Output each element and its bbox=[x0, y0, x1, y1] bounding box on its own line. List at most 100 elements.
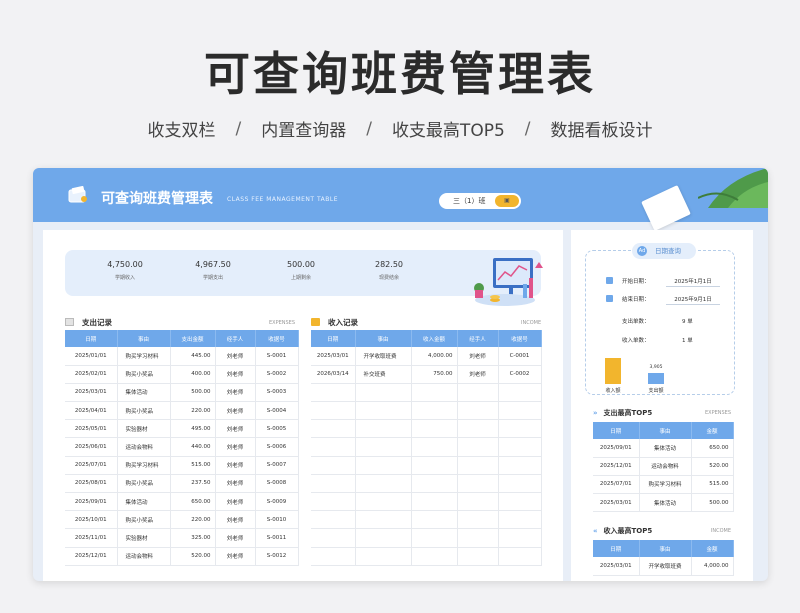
table-cell[interactable]: 2025/11/01 bbox=[65, 528, 118, 548]
table-cell[interactable]: 2025/02/01 bbox=[65, 365, 118, 384]
table-row[interactable]: 2025/03/01 集体活动 500.00 刘老师 S-0003 bbox=[65, 383, 299, 403]
table-cell[interactable] bbox=[411, 474, 458, 494]
table-cell[interactable] bbox=[457, 492, 499, 512]
table-cell[interactable] bbox=[311, 492, 356, 512]
table-cell[interactable] bbox=[311, 456, 356, 475]
table-cell[interactable]: 刘老师 bbox=[215, 510, 256, 530]
table-cell[interactable] bbox=[355, 510, 412, 530]
column-header[interactable]: 金额 bbox=[691, 422, 734, 439]
column-header[interactable]: 收入金额 bbox=[411, 330, 458, 347]
table-row[interactable]: 2025/06/01 运动会物料 440.00 刘老师 S-0006 bbox=[65, 437, 299, 457]
table-cell[interactable] bbox=[311, 437, 356, 457]
table-cell[interactable]: 实验器材 bbox=[117, 528, 171, 548]
class-selector[interactable]: 三（1）班 ▣ bbox=[439, 193, 521, 209]
table-cell[interactable] bbox=[355, 419, 412, 439]
table-cell[interactable]: 2025/07/01 bbox=[593, 475, 640, 495]
table-row[interactable]: 2025/11/01 实验器材 325.00 刘老师 S-0011 bbox=[65, 528, 299, 548]
table-cell[interactable]: 购买小奖品 bbox=[117, 510, 171, 530]
table-cell[interactable] bbox=[355, 383, 412, 403]
table-cell[interactable]: S-0009 bbox=[255, 492, 299, 512]
table-cell[interactable]: S-0001 bbox=[255, 347, 299, 366]
table-cell[interactable]: 220.00 bbox=[170, 401, 216, 421]
table-cell[interactable]: 集体活动 bbox=[117, 492, 171, 512]
table-cell[interactable] bbox=[457, 510, 499, 530]
table-cell[interactable]: C-0002 bbox=[498, 365, 542, 384]
table-cell[interactable] bbox=[411, 419, 458, 439]
table-cell[interactable]: 购买小奖品 bbox=[117, 365, 171, 384]
table-row[interactable]: 2025/05/01 实验器材 495.00 刘老师 S-0005 bbox=[65, 419, 299, 439]
table-cell[interactable]: 购买学习材料 bbox=[117, 456, 171, 475]
column-header[interactable]: 经手人 bbox=[215, 330, 256, 347]
table-cell[interactable]: 购买学习材料 bbox=[639, 475, 692, 495]
table-cell[interactable]: S-0003 bbox=[255, 383, 299, 403]
table-cell[interactable]: 开学收取班费 bbox=[355, 347, 412, 366]
table-cell[interactable]: 2025/01/01 bbox=[65, 347, 118, 366]
table-cell[interactable]: 购买小奖品 bbox=[117, 474, 171, 494]
column-header[interactable]: 收据号 bbox=[255, 330, 299, 347]
table-row[interactable]: 2025/09/01 集体活动 650.00 bbox=[593, 439, 734, 458]
table-cell[interactable]: 2025/12/01 bbox=[65, 547, 118, 566]
table-cell[interactable]: 2025/12/01 bbox=[593, 457, 640, 476]
table-cell[interactable] bbox=[411, 547, 458, 566]
table-cell[interactable] bbox=[457, 474, 499, 494]
table-cell[interactable]: 2025/09/01 bbox=[593, 439, 640, 458]
table-cell[interactable] bbox=[355, 456, 412, 475]
column-header[interactable]: 事由 bbox=[639, 540, 692, 557]
table-row[interactable] bbox=[311, 401, 542, 421]
column-header[interactable]: 事由 bbox=[355, 330, 412, 347]
table-cell[interactable] bbox=[355, 528, 412, 548]
table-cell[interactable]: 刘老师 bbox=[457, 347, 499, 366]
table-cell[interactable]: 刘老师 bbox=[215, 383, 256, 403]
table-cell[interactable]: 购买学习材料 bbox=[117, 347, 171, 366]
table-cell[interactable]: 400.00 bbox=[170, 365, 216, 384]
table-row[interactable] bbox=[311, 492, 542, 512]
table-row[interactable]: 2026/03/14 补交班费 750.00 刘老师 C-0002 bbox=[311, 365, 542, 384]
table-cell[interactable]: 520.00 bbox=[691, 457, 734, 476]
table-cell[interactable] bbox=[457, 528, 499, 548]
table-cell[interactable] bbox=[498, 456, 542, 475]
table-cell[interactable]: 2025/05/01 bbox=[65, 419, 118, 439]
table-cell[interactable]: 刘老师 bbox=[215, 347, 256, 366]
table-row[interactable]: 2025/03/01 开学收取班费 4,000.00 bbox=[593, 557, 734, 576]
table-cell[interactable]: 2025/03/01 bbox=[593, 557, 640, 576]
table-cell[interactable]: 2025/08/01 bbox=[65, 474, 118, 494]
table-cell[interactable]: 4,000.00 bbox=[411, 347, 458, 366]
table-cell[interactable] bbox=[457, 547, 499, 566]
table-cell[interactable] bbox=[498, 528, 542, 548]
toggle-knob[interactable]: ▣ bbox=[495, 195, 519, 207]
column-header[interactable]: 事由 bbox=[639, 422, 692, 439]
table-cell[interactable] bbox=[457, 437, 499, 457]
table-cell[interactable]: 500.00 bbox=[691, 493, 734, 513]
table-cell[interactable]: 2025/10/01 bbox=[65, 510, 118, 530]
table-cell[interactable]: 购买小奖品 bbox=[117, 401, 171, 421]
table-cell[interactable]: 开学收取班费 bbox=[639, 557, 692, 576]
table-cell[interactable]: 515.00 bbox=[170, 456, 216, 475]
table-cell[interactable]: 刘老师 bbox=[215, 528, 256, 548]
table-cell[interactable] bbox=[457, 456, 499, 475]
table-cell[interactable]: 650.00 bbox=[691, 439, 734, 458]
table-cell[interactable]: 2025/03/01 bbox=[65, 383, 118, 403]
table-row[interactable] bbox=[311, 528, 542, 548]
table-cell[interactable]: 2025/03/01 bbox=[593, 493, 640, 513]
table-row[interactable]: 2025/12/01 运动会物料 520.00 刘老师 S-0012 bbox=[65, 547, 299, 566]
table-cell[interactable]: 2025/06/01 bbox=[65, 437, 118, 457]
table-row[interactable] bbox=[311, 474, 542, 494]
table-cell[interactable]: 刘老师 bbox=[215, 456, 256, 475]
table-cell[interactable] bbox=[355, 401, 412, 421]
table-row[interactable]: 2025/12/01 运动会物料 520.00 bbox=[593, 457, 734, 476]
table-cell[interactable]: 750.00 bbox=[411, 365, 458, 384]
table-cell[interactable] bbox=[411, 401, 458, 421]
table-cell[interactable]: 515.00 bbox=[691, 475, 734, 495]
table-cell[interactable]: 440.00 bbox=[170, 437, 216, 457]
table-cell[interactable]: 刘老师 bbox=[215, 547, 256, 566]
table-cell[interactable] bbox=[311, 510, 356, 530]
column-header[interactable]: 支出金额 bbox=[170, 330, 216, 347]
table-cell[interactable]: 补交班费 bbox=[355, 365, 412, 384]
table-cell[interactable] bbox=[311, 401, 356, 421]
column-header[interactable]: 日期 bbox=[593, 540, 640, 557]
table-row[interactable]: 2025/09/01 集体活动 650.00 刘老师 S-0009 bbox=[65, 492, 299, 512]
table-row[interactable] bbox=[311, 383, 542, 403]
table-cell[interactable] bbox=[498, 510, 542, 530]
table-row[interactable]: 2025/10/01 购买小奖品 220.00 刘老师 S-0010 bbox=[65, 510, 299, 530]
table-cell[interactable]: 集体活动 bbox=[639, 439, 692, 458]
